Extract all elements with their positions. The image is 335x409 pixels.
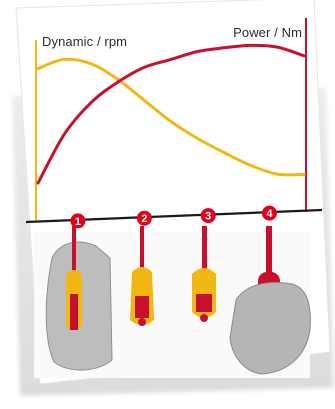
- x-marker-label-4: 4: [266, 208, 273, 220]
- right-axis-label: Power / Nm: [233, 25, 302, 40]
- chart-card: 1 2 3 4 Dynamic / rpm Power / Nm: [0, 0, 335, 409]
- left-axis-label: Dynamic / rpm: [42, 34, 128, 49]
- x-marker-label-2: 2: [141, 213, 147, 225]
- x-marker-label-1: 1: [75, 216, 81, 228]
- x-marker-label-3: 3: [205, 211, 211, 223]
- dynamic-power-chart: 1 2 3 4: [15, 0, 331, 385]
- hands-screwdrivers-photo: [34, 226, 311, 378]
